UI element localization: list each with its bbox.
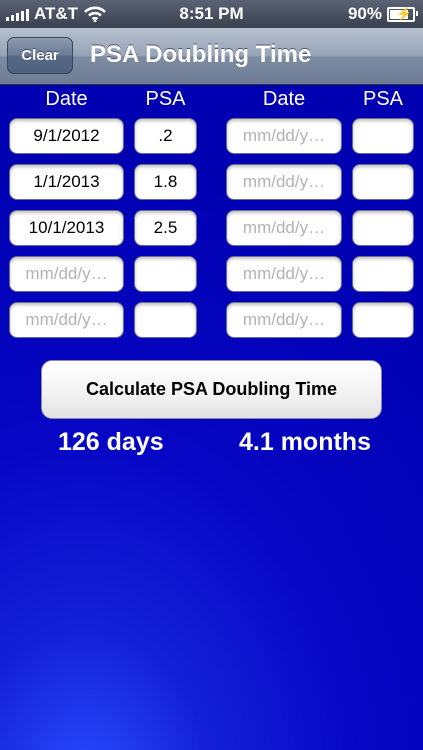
- right-psa-field[interactable]: [352, 210, 414, 246]
- charging-bolt-icon: ⚡: [396, 5, 413, 21]
- right-psa-field[interactable]: [352, 164, 414, 200]
- left-date-field[interactable]: 10/1/2013: [9, 210, 124, 246]
- left-date-field[interactable]: mm/dd/y…: [9, 256, 124, 292]
- result-days: 126 days: [58, 428, 164, 456]
- left-psa-field[interactable]: 1.8: [134, 164, 197, 200]
- right-psa-field[interactable]: [352, 118, 414, 154]
- status-bar: AT&T 8:51 PM 90% ⚡: [0, 0, 423, 28]
- right-date-field[interactable]: mm/dd/y…: [226, 302, 342, 338]
- status-right: 90% ⚡: [347, 4, 418, 24]
- left-psa-field[interactable]: 2.5: [134, 210, 197, 246]
- left-date-field[interactable]: mm/dd/y…: [9, 302, 124, 338]
- left-date-field[interactable]: 9/1/2012: [9, 118, 124, 154]
- right-date-field[interactable]: mm/dd/y…: [226, 164, 342, 200]
- left-date-header: Date: [45, 88, 88, 110]
- page-title: PSA Doubling Time: [90, 41, 312, 68]
- right-date-field[interactable]: mm/dd/y…: [226, 256, 342, 292]
- clear-button[interactable]: Clear: [7, 37, 73, 74]
- battery-percent: 90%: [347, 4, 382, 23]
- calculate-button[interactable]: Calculate PSA Doubling Time: [41, 360, 382, 419]
- left-psa-field[interactable]: .2: [134, 118, 197, 154]
- right-psa-field[interactable]: [352, 302, 414, 338]
- left-date-field[interactable]: 1/1/2013: [9, 164, 124, 200]
- battery-icon: ⚡: [387, 5, 418, 22]
- result-months: 4.1 months: [239, 428, 371, 456]
- left-psa-field[interactable]: [134, 256, 197, 292]
- right-date-field[interactable]: mm/dd/y…: [226, 210, 342, 246]
- right-date-field[interactable]: mm/dd/y…: [226, 118, 342, 154]
- left-psa-header: PSA: [145, 88, 186, 110]
- right-psa-header: PSA: [362, 88, 404, 110]
- left-psa-field[interactable]: [134, 302, 197, 338]
- navigation-bar: Clear PSA Doubling Time: [0, 28, 423, 85]
- right-date-header: Date: [262, 88, 306, 110]
- right-psa-field[interactable]: [352, 256, 414, 292]
